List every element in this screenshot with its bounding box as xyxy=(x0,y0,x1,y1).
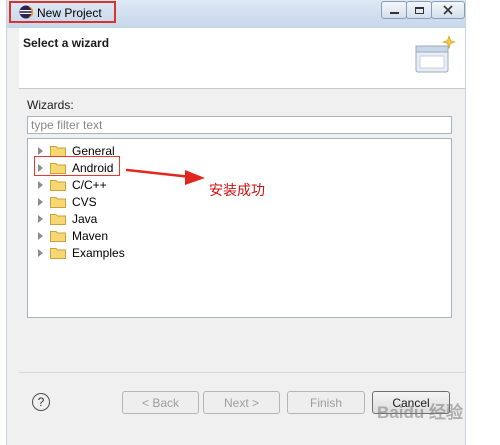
back-button-label: < Back xyxy=(141,395,180,410)
close-icon xyxy=(443,5,453,15)
wizard-header: Select a wizard xyxy=(19,28,465,89)
expand-arrow-icon[interactable] xyxy=(38,214,43,223)
minimize-button[interactable] xyxy=(381,1,407,19)
finish-button[interactable]: Finish xyxy=(287,391,365,414)
close-button[interactable] xyxy=(431,1,465,19)
folder-icon xyxy=(50,179,66,191)
expand-arrow-icon[interactable] xyxy=(38,180,43,189)
folder-icon xyxy=(50,145,66,157)
tree-item-label: C/C++ xyxy=(72,177,107,192)
expand-arrow-icon[interactable] xyxy=(38,146,43,155)
tree-item-label: Examples xyxy=(72,245,125,260)
filter-input[interactable]: type filter text xyxy=(27,116,452,134)
wizard-banner-icon xyxy=(415,35,456,73)
title-highlight-box xyxy=(9,1,116,23)
help-button[interactable]: ? xyxy=(32,393,50,411)
folder-icon xyxy=(50,247,66,259)
tree-item-java[interactable]: Java xyxy=(38,210,97,227)
annotation-text: 安装成功 xyxy=(209,183,265,199)
help-icon: ? xyxy=(37,395,45,409)
expand-arrow-icon[interactable] xyxy=(38,248,43,257)
finish-button-label: Finish xyxy=(309,395,342,410)
tree-item-cpp[interactable]: C/C++ xyxy=(38,176,107,193)
red-arrow-icon xyxy=(125,168,205,185)
minimize-icon xyxy=(389,12,399,14)
tree-item-maven[interactable]: Maven xyxy=(38,227,108,244)
tree-item-label: CVS xyxy=(72,194,97,209)
expand-arrow-icon[interactable] xyxy=(38,231,43,240)
android-highlight-box xyxy=(34,156,120,176)
folder-icon xyxy=(50,213,66,225)
next-button-label: Next > xyxy=(223,395,259,410)
wizards-label: Wizards: xyxy=(27,98,74,112)
back-button[interactable]: < Back xyxy=(122,391,199,414)
footer-divider xyxy=(19,372,465,373)
maximize-icon xyxy=(414,6,424,14)
folder-icon xyxy=(50,230,66,242)
next-button[interactable]: Next > xyxy=(203,391,280,414)
folder-icon xyxy=(50,196,66,208)
tree-item-label: Maven xyxy=(72,228,109,243)
expand-arrow-icon[interactable] xyxy=(38,197,43,206)
page-title: Select a wizard xyxy=(23,36,110,50)
tree-item-label: Java xyxy=(72,211,98,226)
baidu-watermark: Baidu 经验 xyxy=(377,403,463,422)
new-project-dialog: New Project Select a wizard Wizards: typ… xyxy=(6,0,466,445)
tree-item-cvs[interactable]: CVS xyxy=(38,193,97,210)
maximize-button[interactable] xyxy=(406,1,432,19)
tree-item-examples[interactable]: Examples xyxy=(38,244,125,261)
